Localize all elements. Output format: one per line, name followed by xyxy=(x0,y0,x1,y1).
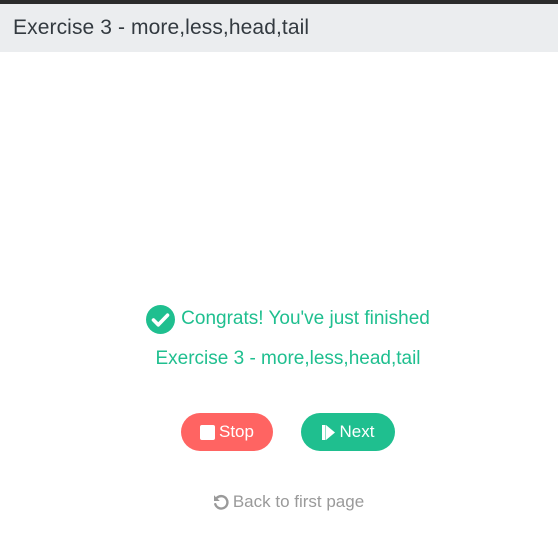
completion-exercise-name: Exercise 3 - more,less,head,tail xyxy=(155,347,421,369)
step-forward-icon xyxy=(321,424,335,440)
back-link-label: Back to first page xyxy=(232,492,365,511)
stop-icon xyxy=(200,424,215,440)
next-button[interactable]: Next xyxy=(301,413,395,451)
page-header: Exercise 3 - more,less,head,tail xyxy=(0,4,558,52)
stop-button-label: Stop xyxy=(219,422,254,441)
completion-message: Congrats! You've just finished Exercise … xyxy=(0,304,558,374)
back-to-first-page-link[interactable]: Back to first page xyxy=(0,490,558,518)
undo-icon xyxy=(213,494,229,510)
stop-button[interactable]: Stop xyxy=(181,413,273,451)
completion-text: Congrats! You've just finished xyxy=(181,308,430,329)
page-title: Exercise 3 - more,less,head,tail xyxy=(13,16,310,39)
next-button-label: Next xyxy=(339,422,375,441)
completion-message-line1: Congrats! You've just finished xyxy=(146,304,430,334)
check-circle-icon xyxy=(146,304,176,334)
